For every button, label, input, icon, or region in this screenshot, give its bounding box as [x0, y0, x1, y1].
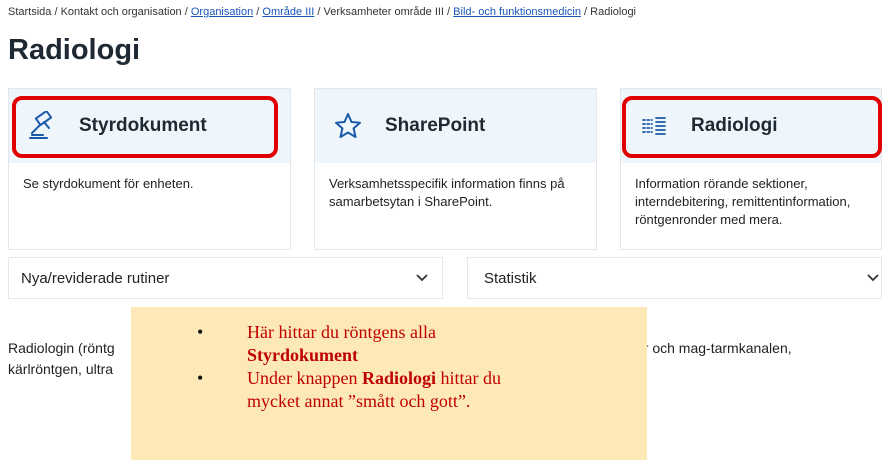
- intro-text: ar och mag-tarmkanalen,: [636, 340, 792, 356]
- intro-text: Radiologin (röntg: [8, 340, 115, 356]
- card-sharepoint: SharePoint Verksamhetsspecifik informati…: [314, 88, 597, 250]
- chevron-down-icon: [867, 271, 879, 285]
- sharepoint-button[interactable]: SharePoint: [315, 89, 596, 163]
- breadcrumb-current: Radiologi: [590, 6, 637, 18]
- dropdown-statistik[interactable]: Statistik: [467, 257, 882, 299]
- breadcrumb-link-organisation[interactable]: Organisation: [191, 6, 253, 18]
- breadcrumb-separator: /: [51, 6, 61, 18]
- card-radiologi: Radiologi Information rörande sektioner,…: [620, 88, 882, 250]
- breadcrumb-separator: /: [314, 6, 324, 18]
- note-list: Här hittar du röntgens alla Styrdokument…: [191, 321, 647, 413]
- card-title-sharepoint: SharePoint: [385, 115, 486, 136]
- card-title-radiologi: Radiologi: [691, 115, 778, 136]
- breadcrumb-separator: /: [181, 6, 191, 18]
- breadcrumb-link-bild-funktionsmedicin[interactable]: Bild- och funktionsmedicin: [453, 6, 581, 18]
- breadcrumb: Startsida / Kontakt och organisation / O…: [8, 6, 636, 18]
- note-text: Här hittar du röntgens alla: [247, 322, 436, 342]
- note-bullet: Under knappen Radiologi hittar du mycket…: [191, 367, 647, 413]
- note-text: Under knappen: [247, 368, 362, 388]
- card-description-sharepoint: Verksamhetsspecifik information finns på…: [329, 176, 565, 209]
- list-icon: [639, 111, 669, 141]
- note-bold: Styrdokument: [247, 345, 359, 365]
- breadcrumb-separator: /: [580, 6, 591, 18]
- styrdokument-button[interactable]: Styrdokument: [9, 89, 290, 163]
- dropdown-label: Nya/reviderade rutiner: [21, 269, 170, 287]
- breadcrumb-item-kontakt[interactable]: Kontakt och organisation: [61, 6, 182, 18]
- page-title: Radiologi: [8, 34, 141, 66]
- breadcrumb-link-omrade-iii[interactable]: Område III: [262, 6, 314, 18]
- note-text: hittar du: [435, 368, 501, 388]
- intro-text: kärlröntgen, ultra: [8, 361, 114, 377]
- note-bullet: Här hittar du röntgens alla Styrdokument: [191, 321, 647, 367]
- dropdown-label: Statistik: [484, 269, 537, 287]
- card-styrdokument: Styrdokument Se styrdokument för enheten…: [8, 88, 291, 250]
- card-description-radiologi: Information rörande sektioner, interndeb…: [635, 176, 851, 227]
- card-title-styrdokument: Styrdokument: [79, 115, 207, 136]
- breadcrumb-item-verksamheter[interactable]: Verksamheter område III: [324, 6, 444, 18]
- annotation-note: Här hittar du röntgens alla Styrdokument…: [131, 307, 647, 460]
- chevron-down-icon: [416, 271, 428, 285]
- breadcrumb-item-startsida[interactable]: Startsida: [8, 6, 51, 18]
- gavel-icon: [27, 111, 57, 141]
- note-text: mycket annat ”smått och gott”.: [247, 391, 471, 411]
- breadcrumb-separator: /: [444, 6, 454, 18]
- star-icon: [333, 111, 363, 141]
- radiologi-button[interactable]: Radiologi: [621, 89, 881, 163]
- dropdown-nya-reviderade-rutiner[interactable]: Nya/reviderade rutiner: [8, 257, 443, 299]
- card-description-styrdokument: Se styrdokument för enheten.: [23, 176, 194, 191]
- note-bold: Radiologi: [361, 368, 436, 388]
